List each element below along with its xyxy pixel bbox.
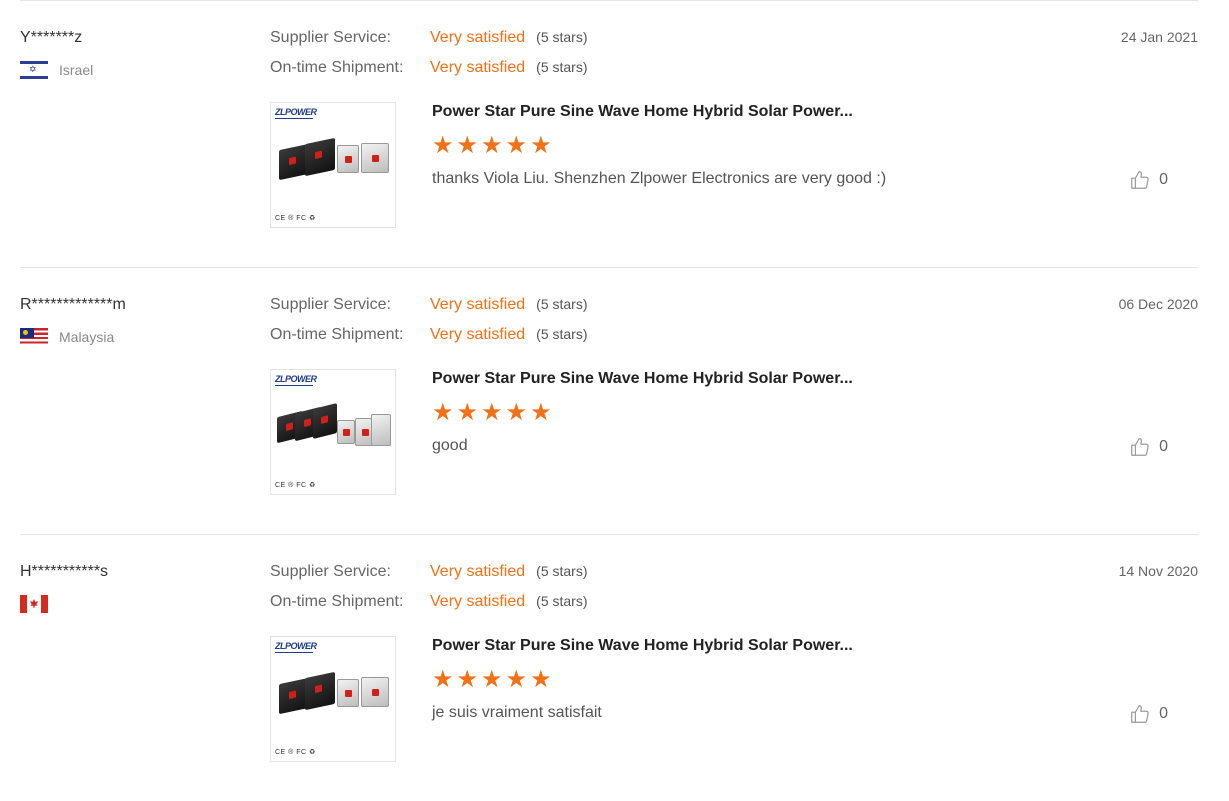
ontime-shipment-label: On-time Shipment: <box>270 593 404 610</box>
review-comment: je suis vraiment satisfait <box>432 704 602 721</box>
country-name: Malaysia <box>59 329 115 345</box>
product-rating-stars: ★ ★ ★ ★ ★ <box>432 399 552 425</box>
ontime-shipment-rating: On-time Shipment: Very satisfied (5 star… <box>270 59 588 89</box>
inverter-image <box>337 679 359 707</box>
review-item: R*************m Malaysia Supplier Servic… <box>20 267 1198 534</box>
ontime-shipment-stars: (5 stars) <box>536 326 588 342</box>
star-icon: ★ <box>505 398 528 426</box>
inverter-image <box>371 414 391 446</box>
product-thumbnail[interactable]: ZLPOWER CE ® FC ♻ <box>270 102 396 228</box>
reviewer-country: Israel <box>20 61 93 79</box>
star-icon: ★ <box>456 398 479 426</box>
review-date: 14 Nov 2020 <box>1118 563 1198 579</box>
reviewer-name: H***********s <box>20 563 109 580</box>
inverter-image <box>337 420 355 444</box>
star-icon: ★ <box>481 398 503 426</box>
supplier-service-label: Supplier Service: <box>270 29 391 46</box>
ontime-shipment-value: Very satisfied <box>430 593 526 610</box>
inverter-image <box>361 143 389 173</box>
supplier-service-stars: (5 stars) <box>536 296 588 312</box>
star-icon: ★ <box>481 131 503 159</box>
ontime-shipment-value: Very satisfied <box>430 326 526 343</box>
inverter-image <box>305 137 335 177</box>
product-thumbnail[interactable]: ZLPOWER CE ® FC ♻ <box>270 636 396 762</box>
ontime-shipment-rating: On-time Shipment: Very satisfied (5 star… <box>270 326 588 356</box>
like-button[interactable]: 0 <box>1129 169 1168 191</box>
like-button[interactable]: 0 <box>1129 703 1168 725</box>
ontime-shipment-label: On-time Shipment: <box>270 326 404 343</box>
supplier-service-rating: Supplier Service: Very satisfied (5 star… <box>270 29 588 59</box>
star-icon: ★ <box>530 665 552 693</box>
product-thumbnail[interactable]: ZLPOWER CE ® FC ♻ <box>270 369 396 495</box>
review-item: H***********s Supplier Service: Very sat… <box>20 534 1198 801</box>
product-brand-logo: ZLPOWER <box>275 641 317 653</box>
star-icon: ★ <box>456 131 479 159</box>
reviewer-name: R*************m <box>20 296 126 313</box>
product-certifications: CE ® FC ♻ <box>275 482 316 489</box>
product-certifications: CE ® FC ♻ <box>275 215 316 222</box>
canada-flag-icon <box>20 595 48 613</box>
star-icon: ★ <box>432 665 454 693</box>
product-rating-stars: ★ ★ ★ ★ ★ <box>432 666 552 692</box>
star-icon: ★ <box>432 131 454 159</box>
inverter-image <box>313 403 337 439</box>
thumbs-up-icon[interactable] <box>1129 169 1151 191</box>
ontime-shipment-stars: (5 stars) <box>536 593 588 609</box>
malaysia-flag-icon <box>20 328 48 346</box>
supplier-service-value: Very satisfied <box>430 29 526 46</box>
product-title-link[interactable]: Power Star Pure Sine Wave Home Hybrid So… <box>432 103 853 121</box>
review-item: Y*******z Israel Supplier Service: Very … <box>20 0 1198 267</box>
reviewer-country <box>20 595 59 613</box>
ontime-shipment-stars: (5 stars) <box>536 59 588 75</box>
product-title-link[interactable]: Power Star Pure Sine Wave Home Hybrid So… <box>432 370 853 388</box>
inverter-image <box>361 677 389 707</box>
product-brand-logo: ZLPOWER <box>275 374 317 386</box>
like-button[interactable]: 0 <box>1129 436 1168 458</box>
review-comment: good <box>432 437 468 454</box>
supplier-service-label: Supplier Service: <box>270 563 391 580</box>
product-title-link[interactable]: Power Star Pure Sine Wave Home Hybrid So… <box>432 637 853 655</box>
ontime-shipment-rating: On-time Shipment: Very satisfied (5 star… <box>270 593 588 623</box>
supplier-service-label: Supplier Service: <box>270 296 391 313</box>
product-rating-stars: ★ ★ ★ ★ ★ <box>432 132 552 158</box>
review-comment: thanks Viola Liu. Shenzhen Zlpower Elect… <box>432 170 887 187</box>
supplier-service-value: Very satisfied <box>430 296 526 313</box>
supplier-ratings: Supplier Service: Very satisfied (5 star… <box>270 29 588 89</box>
inverter-image <box>337 145 359 173</box>
ontime-shipment-value: Very satisfied <box>430 59 526 76</box>
inverter-image <box>305 671 335 711</box>
star-icon: ★ <box>505 131 528 159</box>
supplier-ratings: Supplier Service: Very satisfied (5 star… <box>270 296 588 356</box>
reviewer-name: Y*******z <box>20 29 83 46</box>
like-count: 0 <box>1159 171 1168 188</box>
product-brand-logo: ZLPOWER <box>275 107 317 119</box>
review-date: 06 Dec 2020 <box>1118 296 1198 312</box>
star-icon: ★ <box>530 398 552 426</box>
review-date: 24 Jan 2021 <box>1120 29 1198 45</box>
like-count: 0 <box>1159 438 1168 455</box>
product-certifications: CE ® FC ♻ <box>275 749 316 756</box>
star-icon: ★ <box>456 665 479 693</box>
thumbs-up-icon[interactable] <box>1129 703 1151 725</box>
star-icon: ★ <box>481 665 503 693</box>
ontime-shipment-label: On-time Shipment: <box>270 59 404 76</box>
star-icon: ★ <box>530 131 552 159</box>
israel-flag-icon <box>20 61 48 79</box>
supplier-service-value: Very satisfied <box>430 563 526 580</box>
thumbs-up-icon[interactable] <box>1129 436 1151 458</box>
supplier-service-rating: Supplier Service: Very satisfied (5 star… <box>270 563 588 593</box>
supplier-service-stars: (5 stars) <box>536 29 588 45</box>
supplier-ratings: Supplier Service: Very satisfied (5 star… <box>270 563 588 623</box>
reviewer-country: Malaysia <box>20 328 114 346</box>
like-count: 0 <box>1159 705 1168 722</box>
star-icon: ★ <box>432 398 454 426</box>
country-name: Israel <box>59 62 94 78</box>
supplier-service-stars: (5 stars) <box>536 563 588 579</box>
star-icon: ★ <box>505 665 528 693</box>
supplier-service-rating: Supplier Service: Very satisfied (5 star… <box>270 296 588 326</box>
